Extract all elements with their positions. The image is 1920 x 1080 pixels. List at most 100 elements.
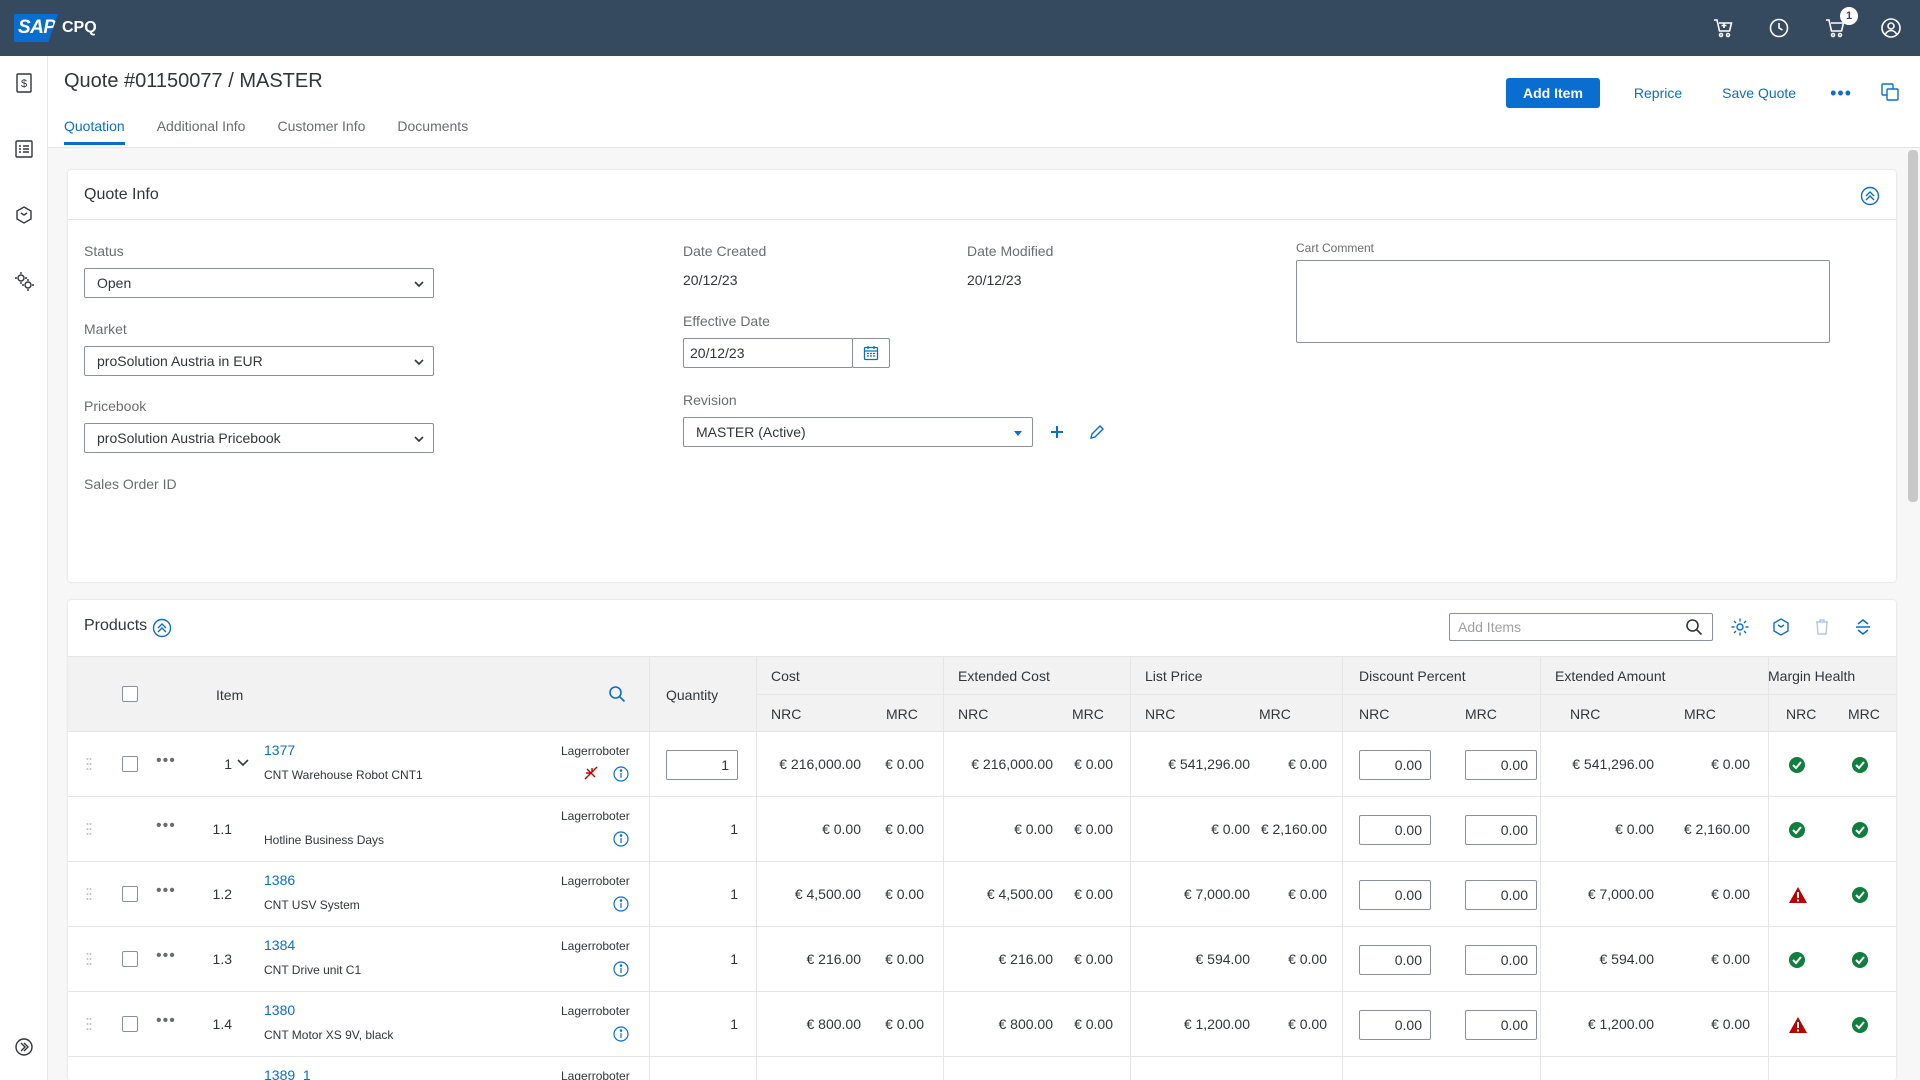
table-row[interactable]: ••• 1 1377 CNT Warehouse Robot CNT1 Lagerrob… xyxy=(68,732,1896,797)
drag-handle-icon[interactable] xyxy=(86,757,92,771)
discount-nrc-input[interactable]: 0.00 xyxy=(1359,1010,1431,1040)
extended-cost-mrc-value: € 0.00 xyxy=(1074,951,1113,967)
item-code-link[interactable]: 1384 xyxy=(264,937,295,953)
tab-additional-info[interactable]: Additional Info xyxy=(157,118,246,145)
reprice-button[interactable]: Reprice xyxy=(1628,85,1688,101)
drag-handle-icon[interactable] xyxy=(86,952,92,966)
chevron-down-icon[interactable] xyxy=(236,756,250,773)
info-icon[interactable] xyxy=(613,831,629,850)
col-sep xyxy=(1342,657,1343,733)
row-checkbox[interactable] xyxy=(122,951,138,967)
table-row[interactable]: 1389_1 Lagerroboter xyxy=(68,1057,1896,1080)
row-actions-icon[interactable]: ••• xyxy=(156,817,176,835)
market-select[interactable]: proSolution Austria in EUR xyxy=(84,346,434,376)
product-catalog-icon[interactable] xyxy=(1771,617,1791,640)
info-icon[interactable] xyxy=(613,1026,629,1045)
collapse-products-icon[interactable] xyxy=(152,618,172,641)
page-scrollbar[interactable] xyxy=(1908,150,1918,502)
effective-date-input[interactable]: 20/12/23 xyxy=(683,338,853,368)
discount-mrc-input[interactable]: 0.00 xyxy=(1465,815,1537,845)
save-quote-button[interactable]: Save Quote xyxy=(1716,85,1802,101)
discount-mrc-input[interactable]: 0.00 xyxy=(1465,1010,1537,1040)
configuration-warning-icon[interactable] xyxy=(582,764,600,785)
row-checkbox[interactable] xyxy=(122,886,138,902)
pricebook-label: Pricebook xyxy=(84,398,147,414)
cart-comment-textarea[interactable] xyxy=(1296,260,1830,343)
extended-cost-mrc-value: € 0.00 xyxy=(1074,886,1113,902)
item-code-link[interactable]: 1377 xyxy=(264,742,295,758)
row-checkbox[interactable] xyxy=(122,1016,138,1032)
add-revision-icon[interactable] xyxy=(1048,423,1066,444)
tab-quotation[interactable]: Quotation xyxy=(64,118,125,145)
expand-collapse-rows-icon[interactable] xyxy=(1853,617,1873,640)
table-row[interactable]: ••• 1.1 Hotline Business Days Lagerroboter 1… xyxy=(68,797,1896,862)
search-icon[interactable] xyxy=(1685,618,1703,639)
item-search-icon[interactable] xyxy=(608,685,626,706)
row-actions-icon[interactable]: ••• xyxy=(156,752,176,770)
discount-mrc-input[interactable]: 0.00 xyxy=(1465,880,1537,910)
copy-icon[interactable] xyxy=(1880,82,1900,105)
quantity-value: 1 xyxy=(730,1016,738,1032)
row-actions-icon[interactable]: ••• xyxy=(156,947,176,965)
col-sep xyxy=(649,862,650,927)
discount-mrc-input[interactable]: 0.00 xyxy=(1465,945,1537,975)
cost-mrc-value: € 0.00 xyxy=(885,951,924,967)
col-sep xyxy=(1540,992,1541,1057)
status-select[interactable]: Open xyxy=(84,268,434,298)
row-checkbox[interactable] xyxy=(122,756,138,772)
pricebook-select[interactable]: proSolution Austria Pricebook xyxy=(84,423,434,453)
extended-cost-nrc-value: € 216,000.00 xyxy=(971,756,1053,772)
expand-icon[interactable] xyxy=(13,1036,35,1058)
add-to-cart-icon[interactable] xyxy=(1712,17,1734,39)
settings-icon[interactable] xyxy=(13,270,35,292)
delete-icon[interactable] xyxy=(1812,617,1832,640)
info-icon[interactable] xyxy=(613,766,629,785)
calendar-icon[interactable] xyxy=(852,338,890,368)
item-code-link[interactable]: 1389_1 xyxy=(264,1067,311,1080)
add-item-button[interactable]: Add Item xyxy=(1506,78,1600,108)
discount-nrc-input[interactable]: 0.00 xyxy=(1359,945,1431,975)
tab-documents[interactable]: Documents xyxy=(397,118,468,145)
table-row[interactable]: ••• 1.2 1386 CNT USV System Lagerroboter 1 € 4… xyxy=(68,862,1896,927)
table-settings-icon[interactable] xyxy=(1730,617,1750,640)
revision-select[interactable]: MASTER (Active) xyxy=(683,417,1033,447)
discount-mrc-input[interactable]: 0.00 xyxy=(1465,750,1537,780)
tab-customer-info[interactable]: Customer Info xyxy=(277,118,365,145)
table-row[interactable]: ••• 1.4 1380 CNT Motor XS 9V, black Lagerrob… xyxy=(68,992,1896,1057)
collapse-quote-info-icon[interactable] xyxy=(1860,186,1880,209)
quantity-input[interactable]: 1 xyxy=(666,750,738,780)
column-margin-nrc: NRC xyxy=(1786,706,1817,722)
item-code-link[interactable]: 1380 xyxy=(264,1002,295,1018)
info-icon[interactable] xyxy=(613,896,629,915)
col-sep xyxy=(943,927,944,992)
item-code-link[interactable]: 1386 xyxy=(264,872,295,888)
quote-icon[interactable]: $ xyxy=(13,72,35,94)
history-icon[interactable] xyxy=(1768,17,1790,39)
product-icon[interactable] xyxy=(13,204,35,226)
column-margin-mrc: MRC xyxy=(1848,706,1880,722)
discount-nrc-value: 0.00 xyxy=(1394,887,1422,903)
info-icon[interactable] xyxy=(613,961,629,980)
discount-nrc-input[interactable]: 0.00 xyxy=(1359,880,1431,910)
margin-ok-icon xyxy=(1851,821,1869,842)
extended-amount-nrc-value: € 1,200.00 xyxy=(1587,1016,1654,1032)
drag-handle-icon[interactable] xyxy=(86,1017,92,1031)
drag-handle-icon[interactable] xyxy=(86,822,92,836)
col-sep xyxy=(1130,797,1131,862)
add-items-search-input[interactable]: Add Items xyxy=(1449,613,1713,641)
sap-logo[interactable]: SAP CPQ xyxy=(14,14,97,42)
select-all-checkbox[interactable] xyxy=(122,686,138,702)
column-extended-amount-mrc: MRC xyxy=(1684,706,1716,722)
col-sep xyxy=(1768,862,1769,927)
row-actions-icon[interactable]: ••• xyxy=(156,882,176,900)
table-row[interactable]: ••• 1.3 1384 CNT Drive unit C1 Lagerroboter 1… xyxy=(68,927,1896,992)
more-actions-icon[interactable]: ••• xyxy=(1830,83,1852,104)
drag-handle-icon[interactable] xyxy=(86,887,92,901)
discount-nrc-input[interactable]: 0.00 xyxy=(1359,750,1431,780)
edit-revision-icon[interactable] xyxy=(1088,423,1106,444)
list-icon[interactable] xyxy=(13,138,35,160)
row-actions-icon[interactable]: ••• xyxy=(156,1012,176,1030)
user-icon[interactable] xyxy=(1880,17,1902,39)
discount-nrc-input[interactable]: 0.00 xyxy=(1359,815,1431,845)
cart-icon[interactable]: 1 xyxy=(1824,7,1858,39)
